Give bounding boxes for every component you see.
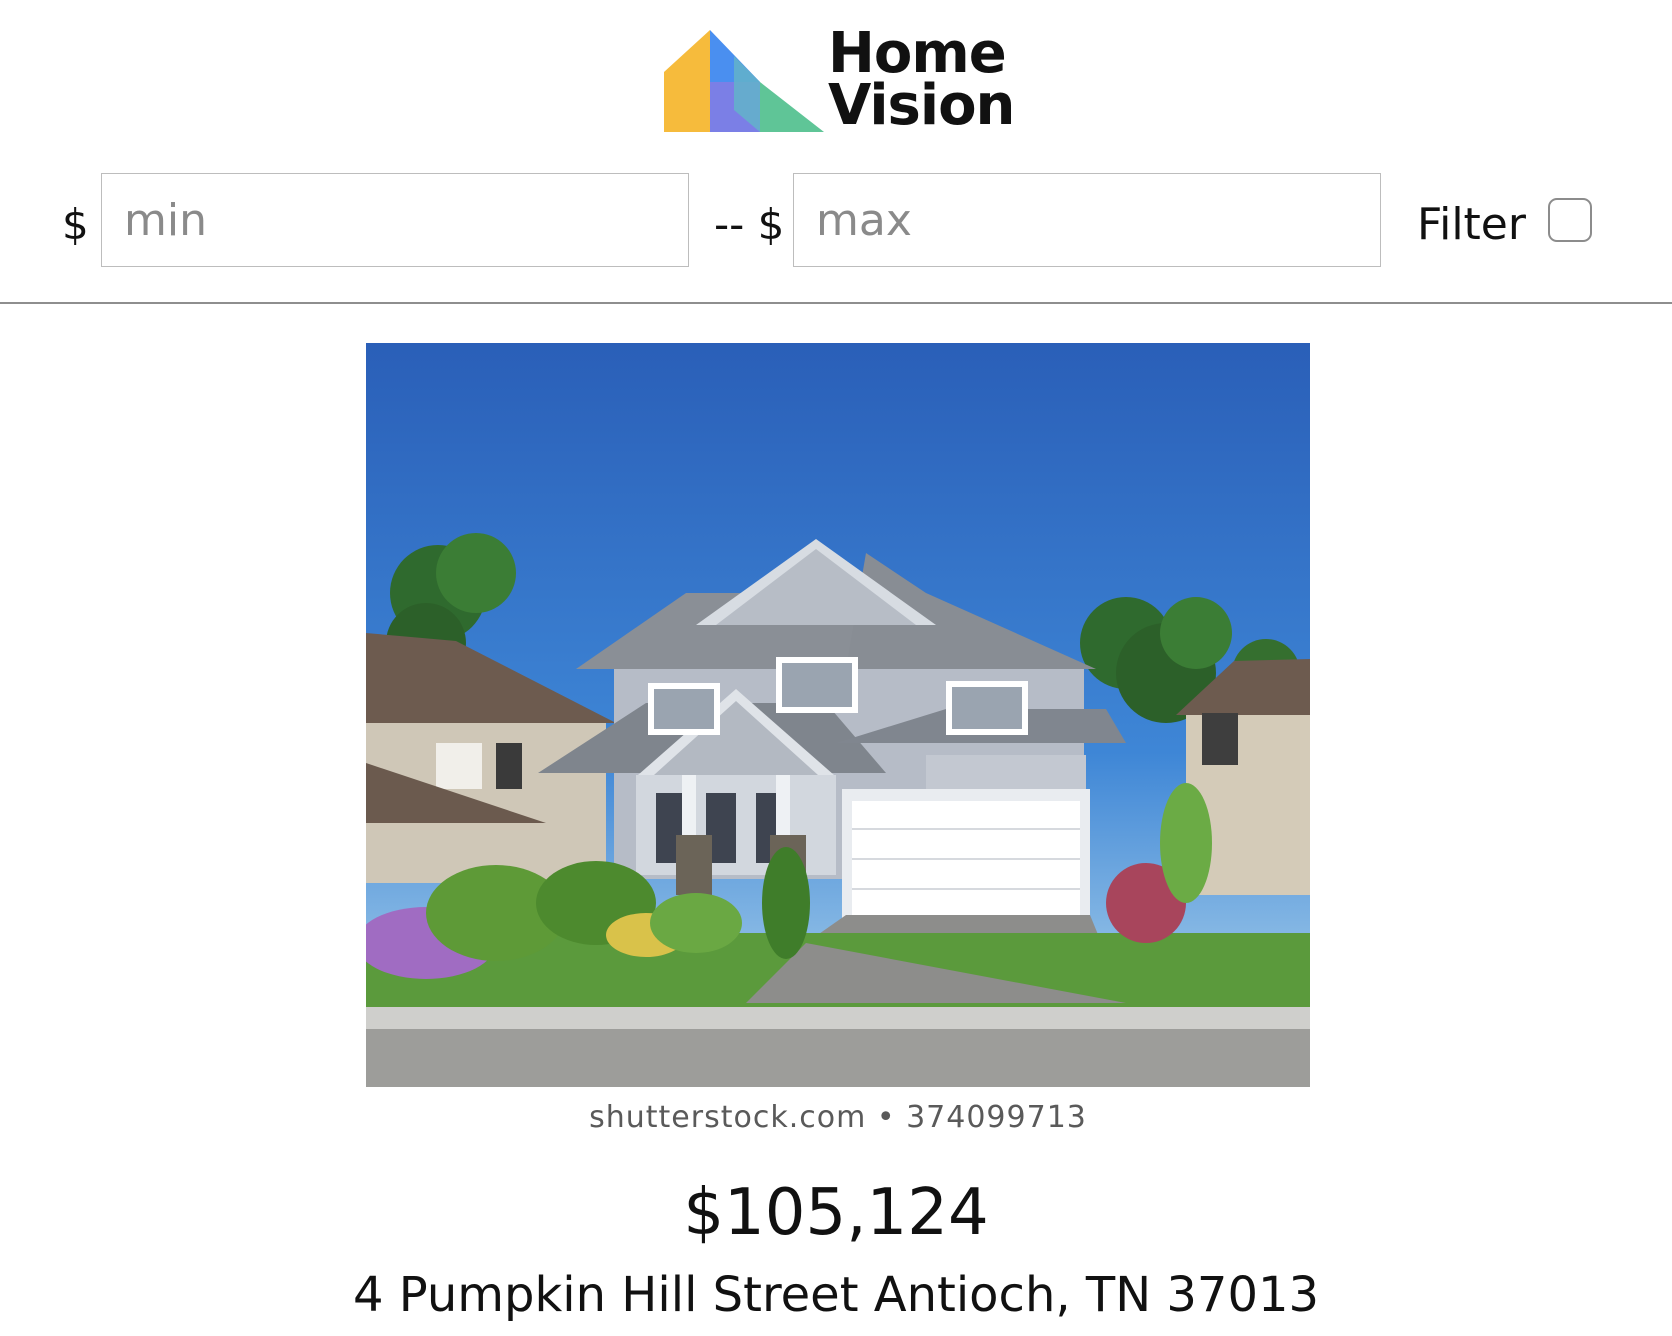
min-price-input[interactable] — [101, 173, 689, 267]
logo-wordmark: Home Vision — [828, 26, 1015, 138]
house-logo-icon — [664, 30, 824, 132]
listing-address: 4 Pumpkin Hill Street Antioch, TN 37013 — [352, 1267, 1320, 1323]
house-photo-image — [366, 343, 1310, 1087]
max-price-input[interactable] — [793, 173, 1381, 267]
filter-checkbox[interactable] — [1548, 198, 1592, 242]
max-currency-label: -- $ — [714, 200, 785, 249]
photo-credit: shutterstock.com • 374099713 — [366, 1087, 1310, 1149]
listing-price: $105,124 — [683, 1176, 989, 1250]
filter-label: Filter — [1417, 199, 1526, 250]
price-filter-bar: $ -- $ Filter — [0, 170, 1672, 272]
min-currency-label: $ — [62, 200, 89, 249]
house-photo — [366, 343, 1310, 1087]
logo-wordmark-line2: Vision — [828, 73, 1015, 138]
header-divider — [0, 302, 1672, 304]
home-vision-logo: Home Vision — [664, 26, 1015, 138]
